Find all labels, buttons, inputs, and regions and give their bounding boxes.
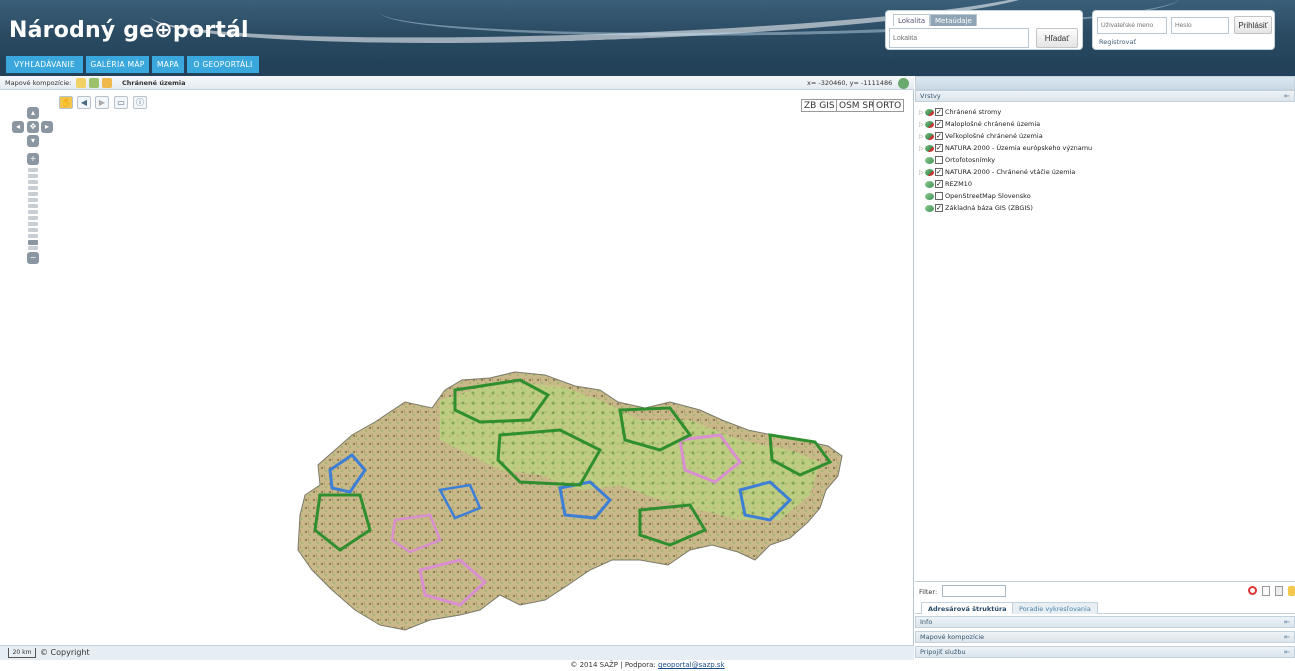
- protected-areas-map: [297, 371, 843, 631]
- layer-label: Ortofotosnímky: [945, 156, 996, 164]
- layer-type-icon: [925, 156, 934, 164]
- password-input[interactable]: [1171, 17, 1229, 34]
- layers-title: Vrstvy: [920, 92, 941, 100]
- layer-checkbox[interactable]: ✓: [935, 132, 943, 140]
- clear-filter-icon[interactable]: [1248, 586, 1257, 595]
- layer-type-icon: [925, 144, 934, 152]
- footer-text: © 2014 SAŽP | Podpora:: [570, 661, 659, 669]
- layer-row[interactable]: OpenStreetMap Slovensko: [919, 190, 1031, 202]
- delete-icon[interactable]: [1275, 586, 1283, 596]
- layer-checkbox[interactable]: ✓: [935, 168, 943, 176]
- layer-type-icon: [925, 192, 934, 200]
- layer-row[interactable]: ▷ ✓ NATURA 2000 - Chránené vtáčie územia: [919, 166, 1075, 178]
- layer-checkbox[interactable]: ✓: [935, 144, 943, 152]
- collapse-icon[interactable]: ⇤: [1284, 647, 1290, 657]
- support-email-link[interactable]: geoportal@sazp.sk: [658, 661, 725, 669]
- filter-row: Filter:: [915, 581, 1295, 599]
- layer-label: Chránené stromy: [945, 108, 1002, 116]
- layer-type-icon: [925, 108, 934, 116]
- app: Národný ge⊕portál Lokalita Metaúdaje Hľa…: [0, 0, 1295, 671]
- locality-search-input[interactable]: [889, 28, 1029, 48]
- header: Národný ge⊕portál Lokalita Metaúdaje Hľa…: [0, 0, 1295, 60]
- tab-map-gallery[interactable]: GALÉRIA MÁP: [86, 56, 149, 73]
- filter-label: Filter:: [919, 588, 938, 596]
- layer-row[interactable]: Ortofotosnímky: [919, 154, 995, 166]
- copy-icon[interactable]: [1262, 586, 1270, 596]
- username-input[interactable]: [1097, 17, 1167, 34]
- layer-type-icon: [925, 204, 934, 212]
- layer-checkbox[interactable]: [935, 192, 943, 200]
- layer-label: REZM10: [945, 180, 972, 188]
- layer-checkbox[interactable]: ✓: [935, 120, 943, 128]
- tab-drawing-order[interactable]: Poradie vykresľovania: [1012, 602, 1098, 614]
- panel-tabs: Adresárová štruktúra Poradie vykresľovan…: [915, 601, 1295, 614]
- section-info-label: Info: [920, 618, 933, 626]
- composition-name: Chránené územia: [122, 79, 186, 87]
- layer-type-icon: [925, 120, 934, 128]
- layer-checkbox[interactable]: [935, 156, 943, 164]
- map-canvas[interactable]: ✋ ◀ ▶ ▭ ⓘ ▴ ◂ ✥ ▸ ▾ + − ZB GIS OSM SR OR…: [0, 90, 914, 645]
- search-button[interactable]: Hľadať: [1036, 28, 1078, 48]
- login-panel: Prihlásiť Registrovať: [1092, 10, 1275, 50]
- section-info[interactable]: Info ⇤: [915, 616, 1295, 628]
- layer-type-icon: [925, 180, 934, 188]
- layer-label: NATURA 2000 - Územia európskeho významu: [945, 144, 1093, 152]
- layer-row[interactable]: ✓ REZM10: [919, 178, 972, 190]
- tab-map[interactable]: MAPA: [152, 56, 184, 73]
- layer-label: Veľkoplošné chránené územia: [945, 132, 1043, 140]
- section-map-compositions[interactable]: Mapové kompozície ⇤: [915, 631, 1295, 643]
- open-folder-icon[interactable]: [102, 78, 112, 88]
- map-toolbar: Mapové kompozície: Chránené územia x= -3…: [0, 76, 914, 90]
- map-copyright[interactable]: © Copyright: [40, 648, 90, 657]
- tab-about[interactable]: O GEOPORTÁLI: [187, 56, 259, 73]
- layer-row[interactable]: ▷ ✓ NATURA 2000 - Územia európskeho význam…: [919, 142, 1092, 154]
- coordinates-readout: x= -320460, y= -1111486: [807, 79, 893, 87]
- collapse-icon[interactable]: ⇤: [1284, 617, 1290, 627]
- map-status-bar: 20 km © Copyright: [0, 645, 914, 660]
- globe-icon[interactable]: [898, 78, 909, 89]
- layer-label: NATURA 2000 - Chránené vtáčie územia: [945, 168, 1076, 176]
- right-panel: Vrstvy ⇤ ▷ ✓ Chránené stromy ▷ ✓ Maloplošné …: [915, 76, 1295, 660]
- composition-label: Mapové kompozície:: [5, 79, 72, 87]
- save-composition-icon[interactable]: [89, 78, 99, 88]
- section-compositions-label: Mapové kompozície: [920, 633, 985, 641]
- section-connect-label: Pripojiť službu: [920, 648, 966, 656]
- new-composition-icon[interactable]: [76, 78, 86, 88]
- layer-row[interactable]: ▷ ✓ Veľkoplošné chránené územia: [919, 130, 1043, 142]
- tab-metadata[interactable]: Metaúdaje: [930, 14, 977, 26]
- layer-type-icon: [925, 132, 934, 140]
- site-logo[interactable]: Národný ge⊕portál: [9, 18, 249, 43]
- tab-locality[interactable]: Lokalita: [893, 14, 931, 26]
- tab-directory-structure[interactable]: Adresárová štruktúra: [921, 602, 1014, 614]
- collapse-icon[interactable]: ⇤: [1284, 632, 1290, 642]
- layers-panel-header[interactable]: Vrstvy ⇤: [915, 90, 1295, 102]
- collapse-icon[interactable]: ⇤: [1284, 91, 1290, 101]
- footer: © 2014 SAŽP | Podpora: geoportal@sazp.sk: [0, 660, 1295, 671]
- layer-label: OpenStreetMap Slovensko: [945, 192, 1031, 200]
- right-panel-top-bar: [915, 76, 1295, 90]
- layer-row[interactable]: ▷ ✓ Maloplošné chránené územia: [919, 118, 1040, 130]
- layer-label: Základná báza GIS (ZBGIS): [945, 204, 1033, 212]
- login-button[interactable]: Prihlásiť: [1234, 16, 1272, 34]
- layer-label: Maloplošné chránené územia: [945, 120, 1041, 128]
- layer-row[interactable]: ▷ ✓ Chránené stromy: [919, 106, 1001, 118]
- layer-type-icon: [925, 168, 934, 176]
- scale-bar: 20 km: [8, 648, 36, 658]
- layer-checkbox[interactable]: ✓: [935, 108, 943, 116]
- folder-icon[interactable]: [1288, 586, 1295, 596]
- register-link[interactable]: Registrovať: [1099, 38, 1136, 46]
- layer-checkbox[interactable]: ✓: [935, 204, 943, 212]
- filter-input[interactable]: [942, 585, 1006, 597]
- search-panel: Lokalita Metaúdaje Hľadať: [885, 10, 1083, 50]
- tab-search[interactable]: VYHĽADÁVANIE: [6, 56, 83, 73]
- layer-row[interactable]: ✓ Základná báza GIS (ZBGIS): [919, 202, 1033, 214]
- section-connect-service[interactable]: Pripojiť službu ⇤: [915, 646, 1295, 658]
- layer-checkbox[interactable]: ✓: [935, 180, 943, 188]
